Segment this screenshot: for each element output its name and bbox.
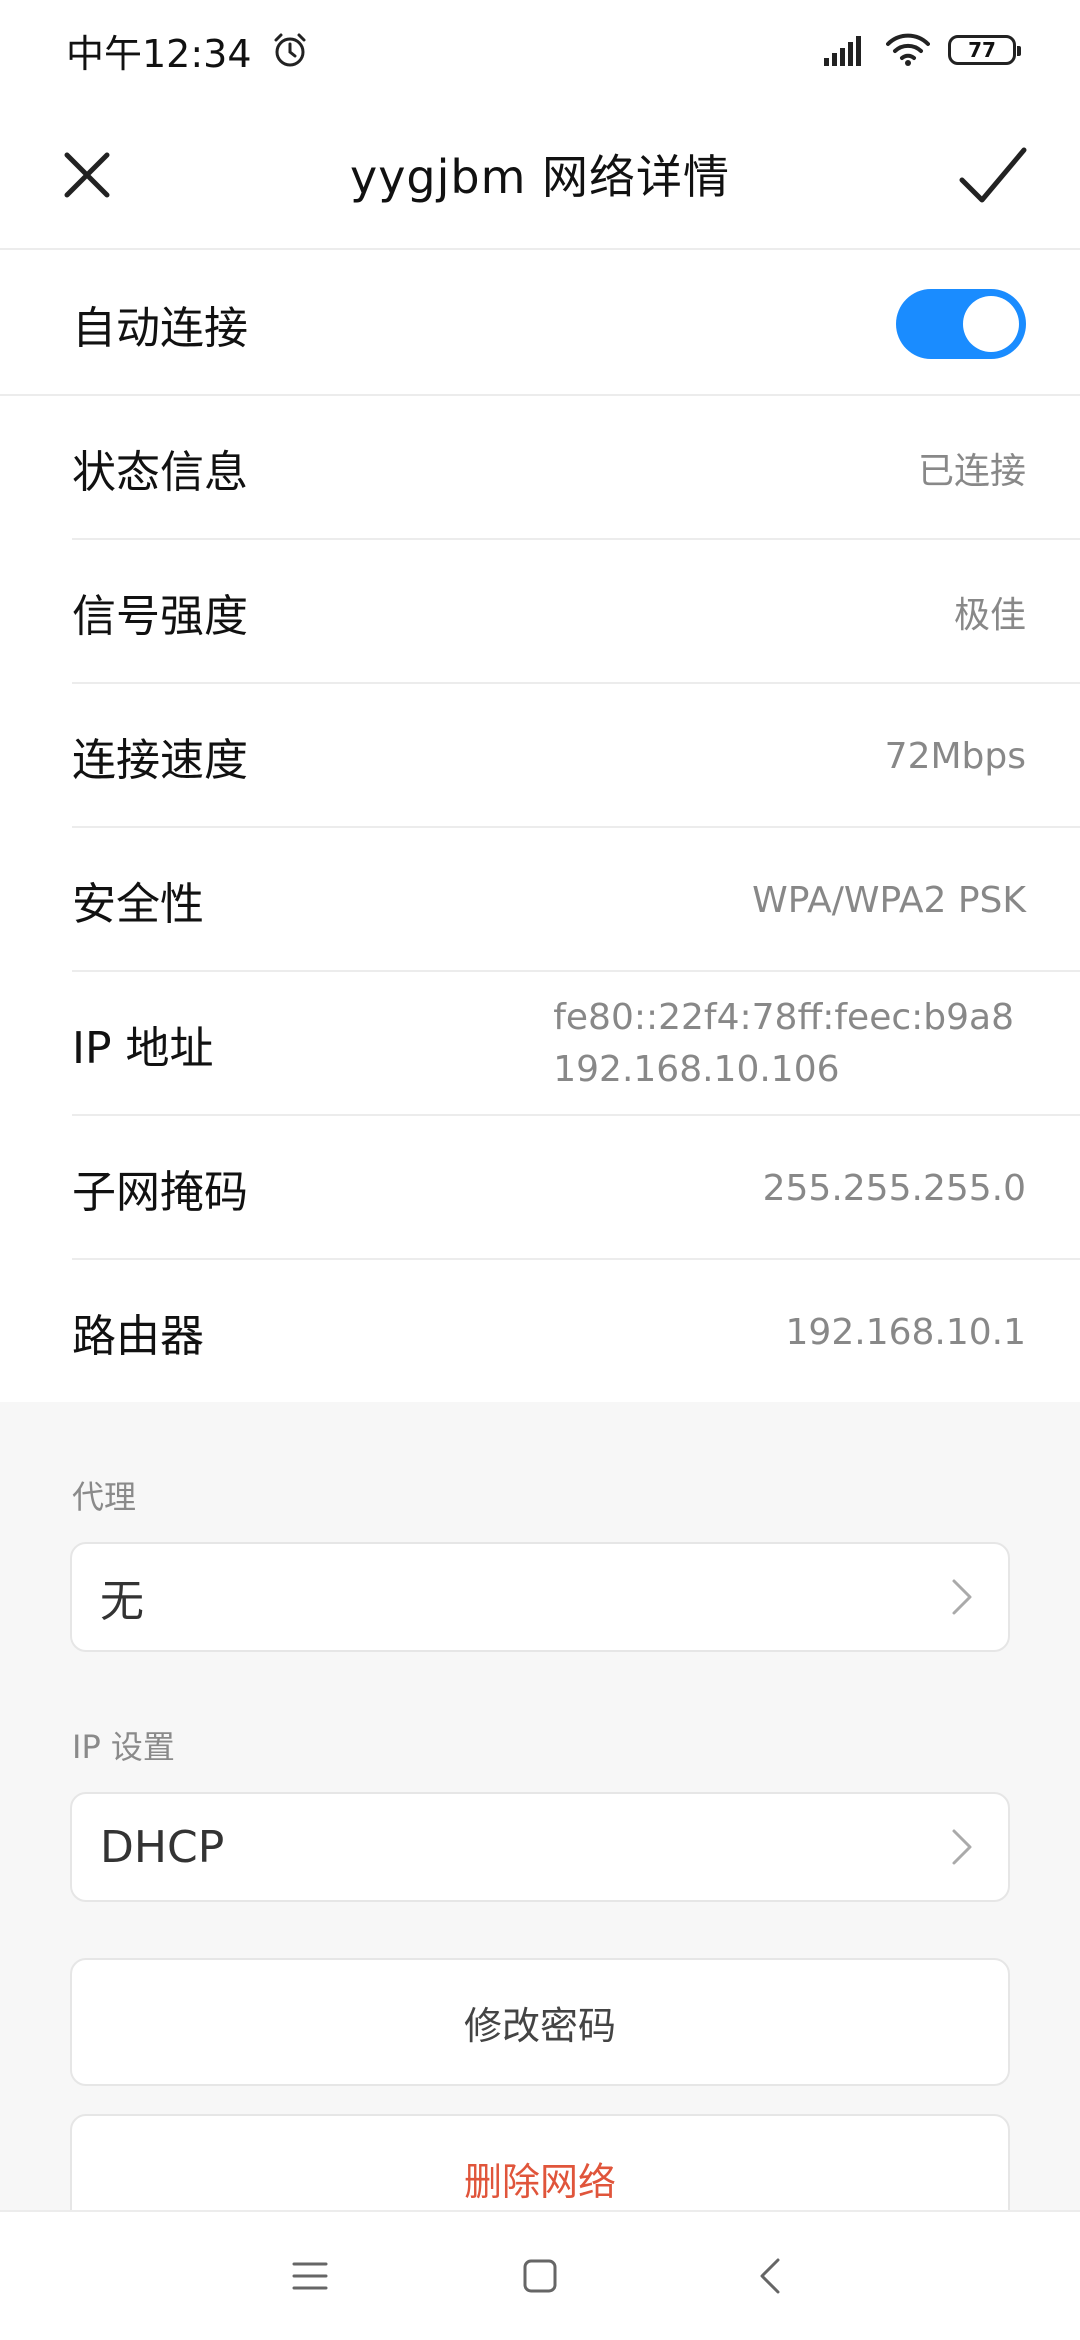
- wifi-icon: [886, 33, 930, 66]
- ip-address-values: fe80::22f4:78ff:feec:b9a8 192.168.10.106: [553, 992, 1014, 1096]
- proxy-select[interactable]: 无: [70, 1542, 1010, 1652]
- chevron-right-icon: [952, 1579, 972, 1615]
- proxy-value: 无: [100, 1576, 144, 1627]
- status-time: 中午12:34: [66, 31, 252, 76]
- detail-label: 子网掩码: [72, 1167, 248, 1218]
- back-icon: [760, 2258, 780, 2294]
- auto-connect-toggle[interactable]: [896, 289, 1026, 359]
- battery-icon: 77: [948, 35, 1021, 65]
- ipv6-address: fe80::22f4:78ff:feec:b9a8: [553, 997, 1014, 1038]
- detail-value: WPA/WPA2 PSK: [752, 879, 1026, 921]
- detail-row-speed: 连接速度 72Mbps: [0, 684, 1080, 828]
- detail-row-subnet: 子网掩码 255.255.255.0: [0, 1116, 1080, 1260]
- detail-row-signal: 信号强度 极佳: [0, 540, 1080, 684]
- detail-value: 72Mbps: [884, 735, 1026, 777]
- detail-label: IP 地址: [72, 1023, 214, 1074]
- ipv4-address: 192.168.10.106: [553, 1049, 840, 1090]
- page-title: yygjbm 网络详情: [349, 150, 731, 204]
- detail-row-security: 安全性 WPA/WPA2 PSK: [0, 828, 1080, 972]
- menu-icon: [292, 2262, 328, 2290]
- proxy-label: 代理: [72, 1478, 137, 1516]
- detail-label: 信号强度: [72, 591, 248, 642]
- home-button[interactable]: [495, 2241, 585, 2311]
- status-left: 中午12:34: [66, 23, 310, 78]
- detail-value: 极佳: [953, 595, 1026, 636]
- detail-row-ip: IP 地址 fe80::22f4:78ff:feec:b9a8 192.168.…: [0, 972, 1080, 1116]
- detail-label: 状态信息: [72, 447, 248, 498]
- check-icon[interactable]: [956, 138, 1030, 212]
- detail-value: 已连接: [917, 451, 1026, 492]
- auto-connect-label: 自动连接: [72, 303, 248, 354]
- signal-icon: [824, 36, 861, 66]
- header: yygjbm 网络详情: [0, 100, 1080, 250]
- detail-row-status: 状态信息 已连接: [0, 396, 1080, 540]
- status-right: 77: [824, 33, 1021, 67]
- chevron-right-icon: [952, 1829, 972, 1865]
- ip-settings-label: IP 设置: [72, 1728, 175, 1766]
- back-button[interactable]: [725, 2241, 815, 2311]
- status-bar: 中午12:34 77: [0, 0, 1080, 100]
- detail-value: 255.255.255.0: [762, 1167, 1026, 1209]
- auto-connect-row: 自动连接: [0, 252, 1080, 396]
- detail-label: 安全性: [72, 879, 204, 930]
- detail-label: 路由器: [72, 1311, 204, 1362]
- menu-button[interactable]: [265, 2241, 355, 2311]
- toggle-knob: [963, 296, 1019, 352]
- ip-settings-select[interactable]: DHCP: [70, 1792, 1010, 1902]
- settings-section: 代理 无 IP 设置 DHCP 修改密码 删除网络: [0, 1402, 1080, 2242]
- detail-value: 192.168.10.1: [785, 1311, 1026, 1353]
- detail-label: 连接速度: [72, 735, 248, 786]
- close-icon[interactable]: [52, 140, 122, 210]
- home-icon: [523, 2259, 557, 2293]
- change-password-button[interactable]: 修改密码: [70, 1958, 1010, 2086]
- ip-settings-value: DHCP: [100, 1821, 225, 1873]
- detail-row-router: 路由器 192.168.10.1: [0, 1260, 1080, 1404]
- alarm-icon: [274, 33, 306, 67]
- navigation-bar: [0, 2210, 1080, 2340]
- battery-level: 77: [968, 38, 996, 62]
